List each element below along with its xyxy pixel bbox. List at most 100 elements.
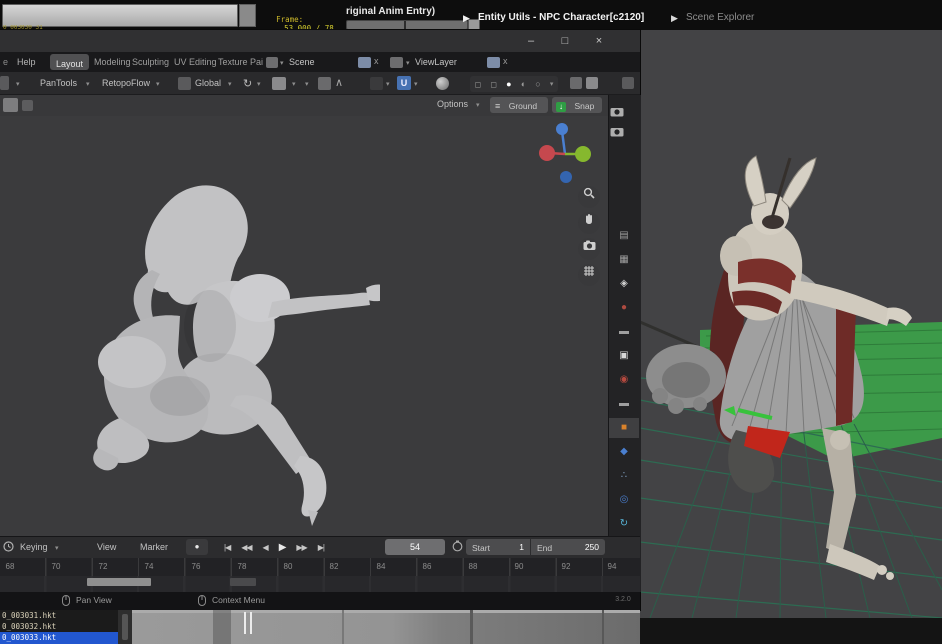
next-key-button[interactable]: ▶▶: [296, 543, 306, 552]
pantools-caret-icon[interactable]: ▾: [86, 81, 90, 88]
camera-view-button[interactable]: [578, 238, 600, 260]
entity-utils-tab[interactable]: Entity Utils - NPC Character[c2120]: [478, 12, 644, 23]
magnet-icon[interactable]: [370, 77, 383, 90]
world-tab[interactable]: ●: [609, 298, 639, 318]
gizmo-toggle-icon[interactable]: [272, 77, 286, 90]
anim-entry-slider-handle[interactable]: [404, 21, 406, 29]
zoom-tool-button[interactable]: [578, 186, 600, 208]
scene-viewport[interactable]: [640, 30, 942, 618]
marker-menu[interactable]: Marker: [140, 542, 168, 552]
pantools-menu[interactable]: PanTools: [40, 78, 77, 88]
entity-utils-play-icon[interactable]: ▶: [463, 13, 470, 24]
shading-box2-icon[interactable]: ◻: [490, 80, 497, 89]
editor-type-icon[interactable]: [0, 76, 9, 90]
start-frame-field[interactable]: Start 1: [466, 539, 530, 555]
output-tab[interactable]: ▤: [609, 226, 639, 246]
keyframe-range-bar[interactable]: [230, 578, 256, 586]
viewport-character-model[interactable]: [60, 166, 380, 526]
shading-box1-icon[interactable]: ◻: [475, 80, 482, 89]
jump-end-button[interactable]: ▶|: [318, 543, 324, 552]
anim-list-spinner[interactable]: [239, 4, 256, 27]
snap-toggle-icon[interactable]: U: [397, 76, 411, 90]
file-list-item-selected[interactable]: 0_003033.hkt: [0, 632, 118, 644]
collection-tab[interactable]: ▣: [609, 346, 639, 366]
minimize-button[interactable]: –: [514, 31, 548, 51]
prev-key-button[interactable]: ◀◀: [241, 543, 251, 552]
play-button[interactable]: ▶: [279, 542, 286, 553]
viewlayer-unlink-button[interactable]: x: [503, 56, 508, 66]
corner-icon[interactable]: [622, 77, 634, 89]
scene-new-icon[interactable]: [358, 57, 371, 68]
viewlayer-tab[interactable]: ▦: [609, 250, 639, 270]
viewlayer-selector[interactable]: ViewLayer: [415, 57, 457, 67]
keyframe-summary-bar[interactable]: [87, 578, 151, 586]
magnet-caret-icon[interactable]: ▾: [386, 81, 390, 88]
current-frame-field[interactable]: 54: [385, 539, 445, 555]
file-list-item[interactable]: 0_003032.hkt: [0, 621, 118, 632]
play-reverse-button[interactable]: ◀: [263, 543, 268, 552]
shading-rendered-icon[interactable]: ○: [535, 79, 540, 89]
snap-caret-icon[interactable]: ▾: [414, 81, 418, 88]
object-tab-active[interactable]: ■: [609, 418, 639, 438]
view-menu[interactable]: View: [97, 542, 116, 552]
orientation-caret-icon[interactable]: ▾: [228, 81, 232, 88]
scene-tab[interactable]: ◈: [609, 274, 639, 294]
scene-selector[interactable]: Scene: [289, 57, 315, 67]
viewlayer-new-icon[interactable]: [487, 57, 500, 68]
tab-texture-paint[interactable]: Texture Pai: [218, 57, 263, 67]
tab-uv-editing[interactable]: UV Editing: [174, 57, 217, 67]
screen-tab[interactable]: ▬: [609, 394, 639, 414]
anim-list-input[interactable]: [2, 4, 238, 27]
shading-material-icon[interactable]: ◐: [521, 79, 526, 89]
close-button[interactable]: ×: [582, 31, 616, 51]
constraints-tab[interactable]: ↻: [609, 514, 639, 534]
keying-menu[interactable]: Keying: [20, 542, 48, 552]
retopoflow-caret-icon[interactable]: ▾: [156, 81, 160, 88]
jump-start-button[interactable]: |◀: [224, 543, 230, 552]
file-list-item[interactable]: 0_003031.hkt: [0, 610, 118, 621]
clock-icon[interactable]: [3, 541, 14, 552]
particles-tab[interactable]: ∴: [609, 466, 639, 486]
ground-button[interactable]: ≡ Ground: [490, 97, 548, 113]
world-red-tab[interactable]: ◉: [609, 370, 639, 390]
overlay-caret-icon[interactable]: ▾: [305, 81, 309, 88]
auto-key-button[interactable]: ●: [186, 539, 208, 555]
end-frame-field[interactable]: End 250: [531, 539, 605, 555]
navigation-gizmo[interactable]: [535, 118, 605, 193]
shading-caret-icon[interactable]: ▾: [550, 81, 554, 88]
dopesheet-panel[interactable]: [132, 610, 640, 644]
keying-caret-icon[interactable]: ▾: [55, 545, 59, 552]
options-menu[interactable]: Options: [437, 99, 468, 109]
proportional-sphere-icon[interactable]: [436, 77, 449, 90]
snap-button[interactable]: ↓ Snap: [552, 97, 602, 113]
pivot-icon[interactable]: ↻: [243, 77, 252, 90]
overlays-icon[interactable]: [586, 77, 598, 89]
maximize-button[interactable]: □: [548, 31, 582, 51]
tool-icon[interactable]: [3, 98, 18, 112]
pan-tool-button[interactable]: [578, 212, 600, 234]
tool-sub-icon[interactable]: [22, 100, 33, 111]
scene-explorer-tab[interactable]: Scene Explorer: [686, 12, 754, 23]
mode-caret-icon[interactable]: ▾: [16, 81, 20, 88]
viewlayer-caret-icon[interactable]: ▾: [406, 60, 410, 67]
retopoflow-menu[interactable]: RetopoFlow: [102, 78, 150, 88]
physics-tab[interactable]: ◎: [609, 490, 639, 510]
modifiers-tab[interactable]: ◆: [609, 442, 639, 462]
pivot-caret-icon[interactable]: ▾: [257, 81, 261, 88]
shading-solid-icon[interactable]: ●: [506, 79, 511, 89]
tab-sculpting[interactable]: Sculpting: [132, 57, 169, 67]
dopesheet-playhead[interactable]: [244, 612, 246, 634]
render-tab-2[interactable]: [610, 124, 624, 142]
file-list-scrollbar[interactable]: [118, 610, 132, 644]
gizmo-caret-icon[interactable]: ▾: [292, 81, 296, 88]
overlay-toggle-icon[interactable]: [318, 77, 331, 90]
tab-modeling[interactable]: Modeling: [94, 57, 131, 67]
scene-explorer-play-icon[interactable]: ▶: [671, 13, 678, 24]
orientation-selector[interactable]: Global: [195, 78, 221, 88]
monitor-tab[interactable]: ▬: [609, 322, 639, 342]
tab-layout[interactable]: Layout: [50, 54, 89, 70]
scene-unlink-button[interactable]: x: [374, 56, 379, 66]
perspective-toggle-button[interactable]: [578, 264, 600, 286]
xray-icon[interactable]: [570, 77, 582, 89]
falloff-icon[interactable]: ∧: [335, 76, 343, 89]
